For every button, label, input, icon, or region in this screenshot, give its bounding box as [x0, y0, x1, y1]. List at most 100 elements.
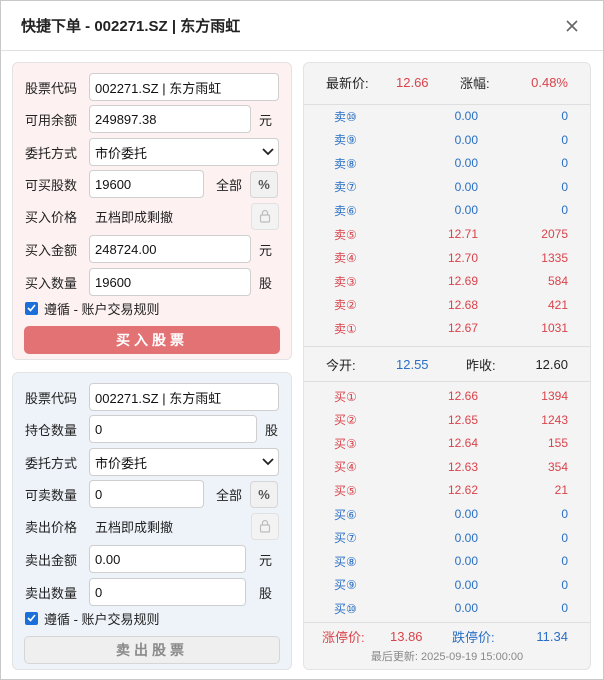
sell-rule-label: 遵循 - 账户交易规则 — [44, 611, 160, 627]
sell-position-unit: 股 — [265, 422, 279, 438]
bid-level-volume: 1243 — [541, 412, 568, 427]
sell-price-label: 卖出价格 — [25, 519, 78, 535]
ask-level-row[interactable]: 卖⑧ 0.00 0 — [304, 152, 590, 174]
bid-level-row[interactable]: 买⑨ 0.00 0 — [304, 574, 590, 596]
bid-level-volume: 0 — [561, 507, 568, 521]
chevron-down-icon — [262, 148, 274, 156]
buy-rule-checkbox[interactable]: 遵循 - 账户交易规则 — [25, 299, 160, 318]
ask-level-price: 12.70 — [447, 250, 478, 265]
buy-order-type-select[interactable]: 市价委托 — [89, 138, 279, 166]
sell-qty-input[interactable]: 0 — [89, 578, 246, 606]
bid-level-row[interactable]: 买① 12.66 1394 — [304, 385, 590, 407]
title-bar: 快捷下单 - 002271.SZ | 东方雨虹 — [1, 1, 603, 51]
sell-max-shares-label: 可卖数量 — [25, 487, 78, 503]
sell-qty-unit: 股 — [259, 585, 273, 601]
bid-level-row[interactable]: 买⑤ 12.62 21 — [304, 479, 590, 501]
buy-balance-field[interactable]: 249897.38 — [89, 105, 251, 133]
ask-level-row[interactable]: 卖⑥ 0.00 0 — [304, 199, 590, 221]
bid-level-row[interactable]: 买⑧ 0.00 0 — [304, 550, 590, 572]
buy-max-shares-field[interactable]: 19600 — [89, 170, 204, 198]
buy-price-label: 买入价格 — [25, 209, 78, 225]
sell-rule-checkbox[interactable]: 遵循 - 账户交易规则 — [25, 609, 160, 628]
buy-price-value: 五档即成剩撤 — [95, 209, 174, 225]
ask-level-volume: 0 — [561, 156, 568, 171]
bid-level-price: 12.64 — [447, 436, 478, 451]
buy-stock-code-label: 股票代码 — [25, 80, 78, 96]
bid-level-volume: 354 — [547, 459, 568, 474]
limit-down-value: 11.34 — [536, 628, 568, 644]
bid-level-row[interactable]: 买② 12.65 1243 — [304, 409, 590, 431]
order-book-panel: 最新价: 12.66 涨幅: 0.48% 卖⑩ 0.00 0 卖⑨ 0.00 0 卖⑧ 0.0… — [303, 62, 591, 670]
sell-stock-code-input[interactable]: 002271.SZ | 东方雨虹 — [89, 383, 279, 411]
buy-percent-button[interactable]: % — [250, 170, 279, 198]
close-button[interactable] — [561, 15, 583, 37]
limit-down-label: 跌停价: — [452, 629, 495, 645]
bid-level-volume: 21 — [554, 483, 568, 498]
bid-level-name: 买⑤ — [334, 483, 357, 498]
ask-level-price: 0.00 — [454, 179, 478, 194]
bid-level-row[interactable]: 买③ 12.64 155 — [304, 432, 590, 454]
bid-level-name: 买⑦ — [334, 531, 357, 546]
limit-up-label: 涨停价: — [322, 629, 365, 645]
sell-percent-button[interactable]: % — [250, 480, 279, 508]
ask-level-row[interactable]: 卖④ 12.70 1335 — [304, 247, 590, 269]
ask-level-volume: 0 — [561, 109, 568, 123]
lock-icon — [259, 519, 271, 533]
sell-order-type-select[interactable]: 市价委托 — [89, 448, 279, 476]
ask-level-row[interactable]: 卖⑩ 0.00 0 — [304, 105, 590, 127]
ask-level-row[interactable]: 卖③ 12.69 584 — [304, 270, 590, 292]
checkmark-icon — [25, 611, 38, 625]
ask-level-row[interactable]: 卖⑦ 0.00 0 — [304, 176, 590, 198]
buy-all-button[interactable]: 全部 — [216, 175, 242, 194]
ask-level-row[interactable]: 卖① 12.67 1031 — [304, 317, 590, 339]
ask-level-row[interactable]: 卖② 12.68 421 — [304, 294, 590, 316]
sell-all-button[interactable]: 全部 — [216, 485, 242, 504]
bid-level-row[interactable]: 买⑥ 0.00 0 — [304, 503, 590, 525]
buy-panel: 股票代码 002271.SZ | 东方雨虹 可用余额 249897.38 元 委… — [12, 62, 292, 360]
bid-level-name: 买⑥ — [334, 507, 357, 522]
sell-submit-button[interactable]: 卖出股票 — [24, 636, 280, 664]
bid-level-row[interactable]: 买⑩ 0.00 0 — [304, 597, 590, 619]
ask-level-volume: 0 — [561, 179, 568, 194]
bid-level-name: 买⑨ — [334, 578, 357, 593]
open-label: 今开: — [326, 357, 356, 373]
ask-level-row[interactable]: 卖⑤ 12.71 2075 — [304, 223, 590, 245]
bid-level-price: 0.00 — [454, 601, 478, 616]
limit-up-value: 13.86 — [390, 628, 423, 644]
sell-amount-input[interactable]: 0.00 — [89, 545, 246, 573]
prev-close-value: 12.60 — [535, 356, 568, 372]
buy-stock-code-input[interactable]: 002271.SZ | 东方雨虹 — [89, 73, 279, 101]
ask-level-volume: 0 — [561, 132, 568, 147]
sell-qty-label: 卖出数量 — [25, 585, 78, 601]
bid-level-row[interactable]: 买⑦ 0.00 0 — [304, 527, 590, 549]
ask-level-price: 0.00 — [454, 156, 478, 171]
ask-level-volume: 1335 — [541, 250, 568, 265]
sell-max-shares-field[interactable]: 0 — [89, 480, 204, 508]
bid-level-name: 买① — [334, 389, 357, 404]
buy-price-lock-button[interactable] — [251, 202, 279, 230]
bid-level-volume: 0 — [561, 554, 568, 569]
sell-stock-code-label: 股票代码 — [25, 390, 78, 406]
buy-qty-input[interactable]: 19600 — [89, 268, 251, 296]
ask-level-name: 卖⑤ — [334, 227, 357, 242]
ask-level-price: 12.68 — [447, 297, 478, 312]
buy-balance-unit: 元 — [259, 112, 273, 128]
open-value: 12.55 — [396, 356, 429, 372]
ask-level-row[interactable]: 卖⑨ 0.00 0 — [304, 129, 590, 151]
ask-level-price: 12.67 — [447, 321, 478, 336]
sell-price-lock-button[interactable] — [251, 512, 279, 540]
close-icon — [566, 19, 578, 32]
ask-level-name: 卖⑩ — [334, 109, 357, 124]
bid-level-volume: 0 — [561, 530, 568, 545]
buy-submit-button[interactable]: 买入股票 — [24, 326, 280, 354]
ask-level-price: 0.00 — [454, 203, 478, 218]
sell-amount-unit: 元 — [259, 552, 273, 568]
bid-level-name: 买④ — [334, 460, 357, 475]
buy-amount-input[interactable]: 248724.00 — [89, 235, 251, 263]
bid-level-row[interactable]: 买④ 12.63 354 — [304, 456, 590, 478]
checkmark-icon — [25, 301, 38, 315]
sell-position-field[interactable]: 0 — [89, 415, 257, 443]
buy-order-type-label: 委托方式 — [25, 145, 78, 161]
last-price-label: 最新价: — [326, 75, 369, 91]
sell-order-type-value: 市价委托 — [95, 455, 148, 471]
